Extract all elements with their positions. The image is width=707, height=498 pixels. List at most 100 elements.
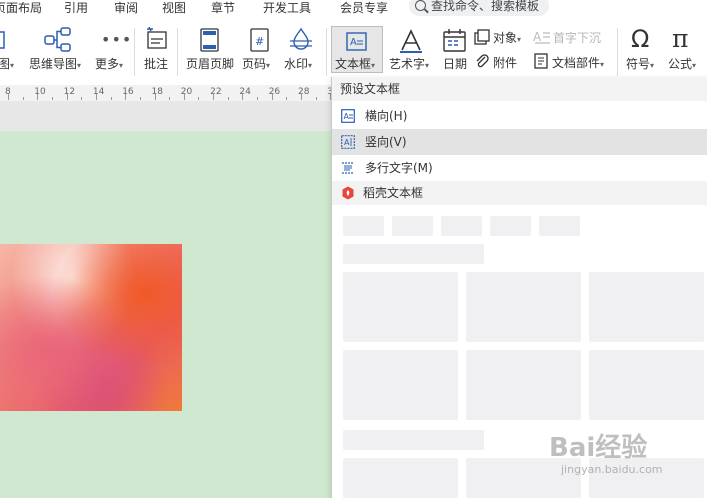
separator xyxy=(177,28,178,76)
ruler-tick xyxy=(81,97,83,100)
object-icon xyxy=(474,29,490,45)
paperclip-icon xyxy=(476,54,489,68)
menu-item-label: 稻壳文本框 xyxy=(363,186,424,200)
svg-text:A: A xyxy=(350,37,357,48)
more-dots-icon: ••• xyxy=(101,30,133,49)
doc-parts-button[interactable]: 文档部件▾ xyxy=(552,56,604,72)
menu-item-docer-textbox[interactable]: 稻壳文本框 xyxy=(332,181,707,205)
template-card-placeholder xyxy=(343,458,458,498)
menu-member[interactable]: 会员专享 xyxy=(340,0,388,16)
watermark-url: jingyan.baidu.com xyxy=(561,463,663,476)
omega-symbol-icon: Ω xyxy=(631,25,650,53)
pasted-painting-image[interactable] xyxy=(0,244,182,411)
svg-text:A: A xyxy=(344,112,350,121)
separator xyxy=(134,28,135,76)
loading-placeholder xyxy=(490,216,531,236)
pi-formula-icon: π xyxy=(672,24,689,53)
template-card-placeholder xyxy=(466,350,581,420)
ruler-number: 16 xyxy=(122,87,134,97)
menu-bar: 页面布局 引用 审阅 视图 章节 开发工具 会员专享 查找命令、搜索模板 xyxy=(0,0,707,20)
menu-review[interactable]: 审阅 xyxy=(114,0,138,16)
baidu-jingyan-watermark: Bai经验 jingyan.baidu.com xyxy=(543,425,693,485)
watermark-icon xyxy=(290,27,312,50)
object-button[interactable]: 对象▾ xyxy=(493,31,521,47)
template-card-placeholder xyxy=(343,350,458,420)
ruler-number: 14 xyxy=(92,87,105,97)
menu-item-label: 竖向(V) xyxy=(365,135,407,149)
ruler-number: 26 xyxy=(268,87,281,97)
search-placeholder: 查找命令、搜索模板 xyxy=(431,0,540,13)
menu-item-vertical-textbox[interactable]: A 竖向(V) xyxy=(332,129,707,155)
ruler-tick xyxy=(257,97,259,100)
ruler-number: 22 xyxy=(210,87,222,97)
attachment-button[interactable]: 附件 xyxy=(493,56,517,70)
separator xyxy=(617,28,618,76)
loading-placeholder xyxy=(343,216,384,236)
mindmap-icon xyxy=(44,27,71,52)
dropdown-header-title: 预设文本框 xyxy=(340,82,401,96)
partial-chart-icon xyxy=(0,31,5,49)
template-card-placeholder xyxy=(466,272,581,342)
loading-placeholder xyxy=(539,216,580,236)
date-button[interactable]: 日期 xyxy=(443,57,467,71)
ruler-tick xyxy=(169,97,171,100)
mindmap-button[interactable]: 思维导图▾ xyxy=(29,57,81,73)
ruler-number: 12 xyxy=(63,87,76,97)
dropcap-icon: A xyxy=(533,30,550,44)
search-box[interactable]: 查找命令、搜索模板 xyxy=(409,0,549,16)
loading-placeholder xyxy=(343,244,484,264)
svg-text:#: # xyxy=(255,35,264,48)
ruler-number: 24 xyxy=(239,87,251,97)
dropcap-button[interactable]: 首字下沉 xyxy=(553,31,601,45)
dropdown-header: 预设文本框 xyxy=(332,77,707,101)
symbol-button[interactable]: 符号▾ xyxy=(626,57,654,73)
horizontal-textbox-icon: A xyxy=(341,109,355,123)
watermark-logo-text: Bai经验 xyxy=(549,433,648,463)
loading-placeholder xyxy=(441,216,482,236)
docer-logo-icon xyxy=(342,186,354,200)
loading-placeholder xyxy=(343,430,484,450)
calendar-icon xyxy=(443,29,466,52)
menu-item-horizontal-textbox[interactable]: A 横向(H) xyxy=(332,103,707,129)
menu-page-layout[interactable]: 页面布局 xyxy=(0,0,42,16)
textbox-button[interactable]: A 文本框▾ xyxy=(331,26,383,73)
page-number-button[interactable]: 页码▾ xyxy=(242,57,270,73)
menu-section[interactable]: 章节 xyxy=(211,0,235,16)
wordart-button[interactable]: 艺术字▾ xyxy=(389,57,429,73)
template-card-placeholder xyxy=(589,350,704,420)
ruler-tick xyxy=(110,97,112,100)
document-margin-band xyxy=(0,101,331,131)
vertical-textbox-icon: A xyxy=(341,135,355,149)
template-card-placeholder xyxy=(589,272,704,342)
page-number-icon: # xyxy=(250,28,269,52)
formula-button[interactable]: 公式▾ xyxy=(668,57,696,73)
textbox-label: 文本框▾ xyxy=(335,57,376,71)
header-footer-icon xyxy=(200,28,219,52)
ruler-tick xyxy=(51,97,53,100)
menu-references[interactable]: 引用 xyxy=(64,0,88,16)
ruler-number: 18 xyxy=(151,87,163,97)
svg-text:A: A xyxy=(344,138,350,147)
ruler-tick xyxy=(198,97,200,100)
partial-button-label[interactable]: 图▾ xyxy=(0,57,14,73)
multiline-text-icon xyxy=(342,162,354,174)
menu-item-label: 多行文字(M) xyxy=(365,161,433,175)
menu-item-multiline-text[interactable]: 多行文字(M) xyxy=(332,155,707,181)
loading-placeholder xyxy=(392,216,433,236)
ruler-tick xyxy=(227,97,229,100)
ruler-number: 28 xyxy=(298,87,310,97)
watermark-button[interactable]: 水印▾ xyxy=(284,57,312,73)
ruler-number: 8 xyxy=(5,87,11,97)
more-button[interactable]: 更多▾ xyxy=(95,57,123,73)
comment-icon xyxy=(147,27,167,49)
menu-view[interactable]: 视图 xyxy=(162,0,186,16)
menu-developer-tools[interactable]: 开发工具 xyxy=(263,0,311,16)
ruler-tick xyxy=(315,97,317,100)
comment-button[interactable]: 批注 xyxy=(144,57,168,71)
menu-item-label: 横向(H) xyxy=(365,109,408,123)
search-icon xyxy=(415,0,426,11)
svg-text:A: A xyxy=(533,30,542,44)
header-footer-button[interactable]: 页眉页脚 xyxy=(186,57,234,71)
wordart-icon xyxy=(400,29,422,53)
doc-parts-icon xyxy=(534,53,548,69)
